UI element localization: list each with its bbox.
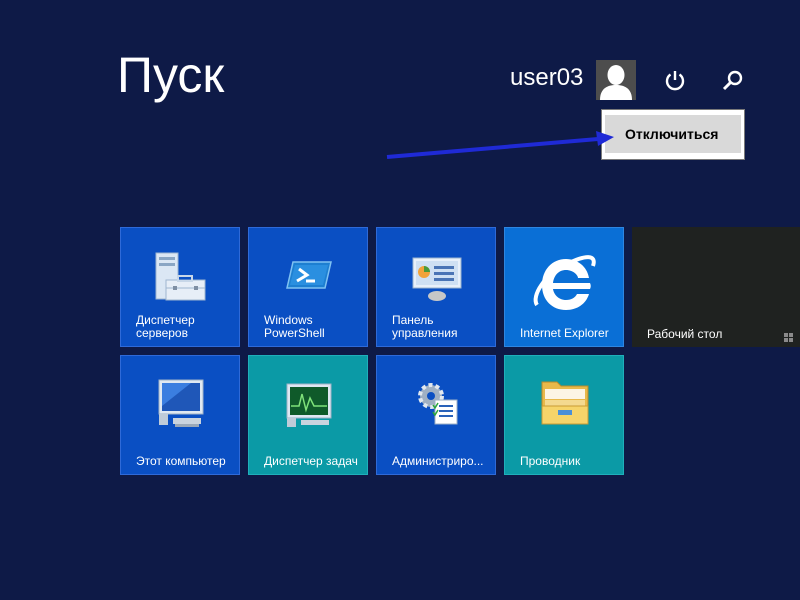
tile-desktop[interactable]: Рабочий стол (632, 227, 800, 347)
power-button[interactable] (662, 68, 688, 94)
tile-task-manager[interactable]: Диспетчер задач (248, 355, 368, 475)
tile-label: Панель управления (392, 313, 458, 340)
tile-explorer[interactable]: Проводник (504, 355, 624, 475)
power-icon (665, 71, 685, 91)
user-name[interactable]: user03 (510, 66, 583, 90)
tile-powershell[interactable]: Windows PowerShell (248, 227, 368, 347)
tile-label: Windows PowerShell (264, 313, 325, 340)
tile-this-pc[interactable]: Этот компьютер (120, 355, 240, 475)
page-title: Пуск (117, 47, 225, 103)
menu-item-disconnect[interactable]: Отключиться (605, 115, 741, 153)
tile-server-manager[interactable]: Диспетчер серверов (120, 227, 240, 347)
search-icon (722, 70, 743, 91)
tile-internet-explorer[interactable]: Internet Explorer (504, 227, 624, 347)
start-screen: Пуск user03 Отключиться Диспетчер сервер… (0, 0, 800, 600)
tile-label: Рабочий стол (647, 327, 723, 341)
power-menu: Отключиться (601, 109, 745, 160)
tile-label: Проводник (520, 454, 581, 468)
tile-administration[interactable]: Администриро... (376, 355, 496, 475)
tile-control-panel[interactable]: Панель управления (376, 227, 496, 347)
user-avatar[interactable] (596, 60, 636, 100)
tile-label: Диспетчер серверов (136, 313, 195, 340)
search-button[interactable] (720, 68, 746, 94)
tile-label: Диспетчер задач (264, 454, 358, 468)
tile-label: Этот компьютер (136, 454, 226, 468)
tile-label: Internet Explorer (520, 326, 609, 340)
person-icon (596, 60, 636, 100)
tile-label: Администриро... (392, 454, 484, 468)
